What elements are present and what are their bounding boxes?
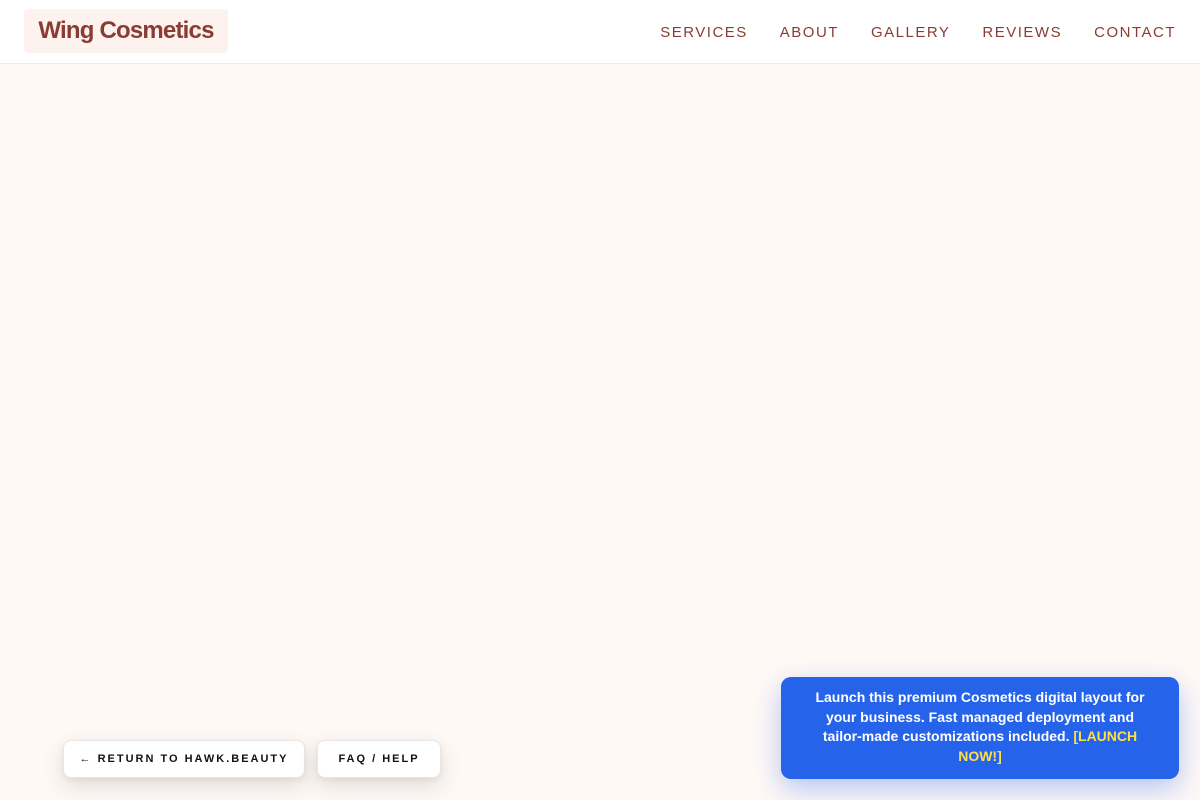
nav-item-reviews[interactable]: REVIEWS	[982, 24, 1062, 41]
brand-logo[interactable]: Wing Cosmetics	[24, 9, 228, 53]
return-button[interactable]: ← RETURN TO HAWK.BEAUTY	[63, 740, 305, 778]
nav-item-contact[interactable]: CONTACT	[1094, 24, 1176, 41]
faq-help-button[interactable]: FAQ / HELP	[317, 740, 441, 778]
main-nav: SERVICES ABOUT GALLERY REVIEWS CONTACT	[660, 0, 1176, 64]
promo-banner: Launch this premium Cosmetics digital la…	[781, 677, 1179, 779]
nav-item-gallery[interactable]: GALLERY	[871, 24, 950, 41]
nav-item-services[interactable]: SERVICES	[660, 24, 748, 41]
nav-item-about[interactable]: ABOUT	[780, 24, 839, 41]
site-header: Wing Cosmetics SERVICES ABOUT GALLERY RE…	[0, 0, 1200, 64]
